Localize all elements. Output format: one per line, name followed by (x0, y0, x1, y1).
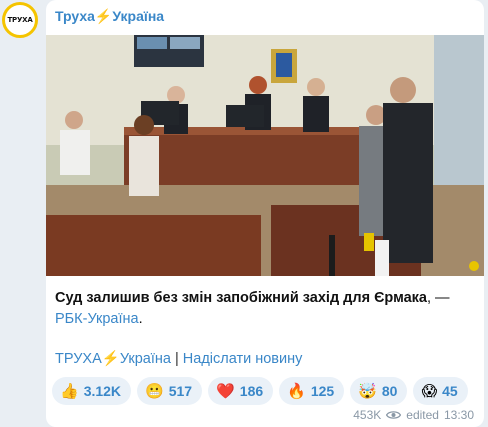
reaction-count: 186 (239, 383, 264, 399)
message-meta: 453K edited 13:30 (353, 408, 474, 422)
channel-link-suffix: Україна (119, 351, 171, 367)
reaction-fire[interactable]: 🔥 125 (279, 377, 345, 405)
reaction-count: 517 (168, 383, 193, 399)
post-footer-links: ТРУХА⚡Україна | Надіслати новину (55, 350, 302, 367)
reaction-scream[interactable]: 😱 45 (413, 377, 468, 405)
edited-label: edited (406, 408, 439, 422)
source-link[interactable]: РБК-Україна (55, 311, 139, 327)
thumbs-up-icon: 👍 (60, 381, 79, 400)
courtroom-photo (46, 35, 484, 276)
eye-icon (386, 411, 402, 419)
reaction-grimace[interactable]: 😬 517 (137, 377, 203, 405)
avatar-logo-text: ТРУХА (7, 16, 33, 24)
heart-icon: ❤️ (216, 381, 235, 400)
post-separator: , — (427, 290, 450, 306)
lightning-icon: ⚡ (94, 8, 113, 24)
scream-icon: 😱 (421, 381, 438, 400)
link-divider: | (170, 351, 183, 367)
post-period: . (138, 311, 143, 327)
reaction-thumbs-up[interactable]: 👍 3.12K (52, 377, 132, 405)
message-time: 13:30 (443, 408, 474, 422)
reactions-bar: 👍 3.12K 😬 517 ❤️ 186 🔥 125 🤯 80 😱 45 (52, 377, 468, 407)
grimace-icon: 😬 (145, 381, 164, 400)
reaction-exploding-head[interactable]: 🤯 80 (350, 377, 408, 405)
exploding-head-icon: 🤯 (358, 381, 377, 400)
view-count: 453K (353, 408, 382, 422)
post-headline: Суд залишив без змін запобіжний захід дл… (55, 290, 427, 306)
channel-name[interactable]: Труха⚡Україна (55, 8, 164, 25)
reaction-count: 45 (442, 383, 458, 399)
reaction-count: 80 (381, 383, 398, 399)
reaction-count: 125 (310, 383, 335, 399)
channel-avatar[interactable]: ТРУХА (2, 2, 38, 38)
fire-icon: 🔥 (287, 381, 306, 400)
channel-link[interactable]: ТРУХА⚡Україна (55, 351, 171, 367)
channel-link-prefix: ТРУХА (55, 351, 102, 367)
message-bubble: Труха⚡Україна Суд залишив без змін запоб… (46, 0, 484, 427)
channel-name-suffix: Україна (112, 8, 165, 24)
reaction-count: 3.12K (83, 383, 122, 399)
post-photo[interactable] (46, 35, 484, 276)
post-text: Суд залишив без змін запобіжний захід дл… (55, 288, 475, 330)
submit-news-link[interactable]: Надіслати новину (183, 351, 303, 367)
reaction-heart[interactable]: ❤️ 186 (208, 377, 274, 405)
channel-name-prefix: Труха (55, 8, 95, 24)
lightning-icon: ⚡ (101, 351, 120, 367)
